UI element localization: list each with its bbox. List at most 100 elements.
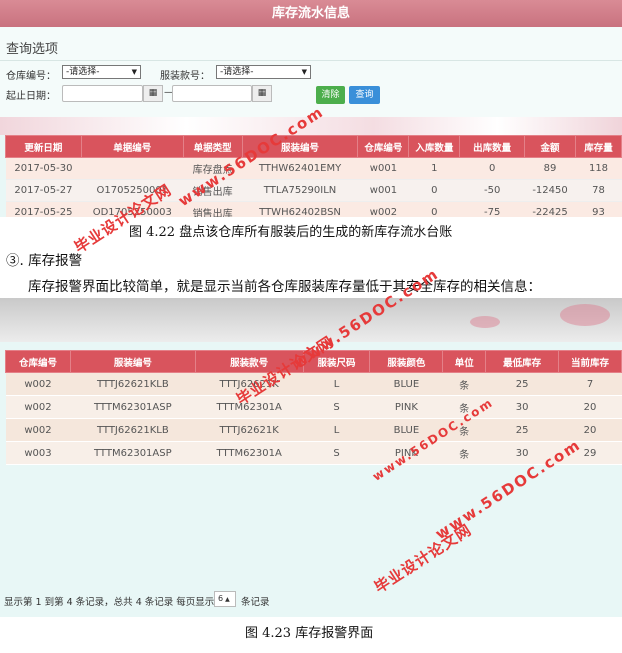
cell: w002 <box>5 418 71 442</box>
cell: PINK <box>369 441 443 465</box>
col-update-date[interactable]: 更新日期 <box>5 135 82 158</box>
cell: -22425 <box>524 201 576 217</box>
query-button[interactable]: 查询 <box>349 86 380 104</box>
divider <box>0 60 622 61</box>
cell: TTTM62301ASP <box>70 395 196 419</box>
col-size[interactable]: 服装尺码 <box>302 350 371 373</box>
cell: 30 <box>485 395 559 419</box>
col-color[interactable]: 服装颜色 <box>369 350 444 373</box>
cell: w003 <box>5 441 71 465</box>
query-panel: 查询选项 仓库编号： -请选择- ▼ 服装款号： -请选择- ▼ 起止日期： ▦… <box>0 27 622 117</box>
warehouse-select-value: -请选择- <box>66 67 100 77</box>
cell: PINK <box>369 395 443 419</box>
cell: L <box>303 372 370 396</box>
table-row[interactable]: w002 TTTJ62621KLB TTTJ62621K L BLUE 条 25… <box>5 372 622 396</box>
decorative-blob <box>470 316 500 328</box>
cell: 2017-05-30 <box>5 157 82 180</box>
cell: 93 <box>575 201 622 217</box>
col-amount[interactable]: 金额 <box>524 135 577 158</box>
cell: TTLA75290ILN <box>242 179 358 202</box>
cell: 118 <box>575 157 622 180</box>
col-stock[interactable]: 库存量 <box>575 135 622 158</box>
table-row[interactable]: w003 TTTM62301ASP TTTM62301A S PINK 条 30… <box>5 441 622 465</box>
cell: 25 <box>485 372 559 396</box>
table-row[interactable]: 2017-05-27 O1705250001 销售出库 TTLA75290ILN… <box>5 179 622 202</box>
table-row[interactable]: w002 TTTM62301ASP TTTM62301A S PINK 条 30… <box>5 395 622 419</box>
cell: 20 <box>558 395 622 419</box>
stock-flow-table: 更新日期 单据编号 单据类型 服装编号 仓库编号 入库数量 出库数量 金额 库存… <box>5 135 622 217</box>
cell: TTTJ62621K <box>195 372 304 396</box>
pagination-info: 显示第 1 到第 4 条记录，总共 4 条记录 每页显示 <box>4 597 215 608</box>
cell: 条 <box>442 418 486 442</box>
cell: TTHW62401EMY <box>242 157 358 180</box>
col-min-stock[interactable]: 最低库存 <box>485 350 560 373</box>
cell: -12450 <box>524 179 576 202</box>
cell: BLUE <box>369 372 443 396</box>
cell: 库存盘点 <box>183 157 243 180</box>
cell: 0 <box>459 157 525 180</box>
col-garment-no[interactable]: 服装编号 <box>69 350 196 373</box>
panel-title: 查询选项 <box>6 42 59 57</box>
cell: 1 <box>408 157 460 180</box>
table-row[interactable]: 2017-05-30 库存盘点 TTHW62401EMY w001 1 0 89… <box>5 157 622 180</box>
cell: BLUE <box>369 418 443 442</box>
page-size-select[interactable]: 6 ▲ <box>214 591 236 607</box>
stock-flow-screen: 库存流水信息 查询选项 仓库编号： -请选择- ▼ 服装款号： -请选择- ▼ … <box>0 0 622 217</box>
cell: 20 <box>558 418 622 442</box>
cell: w001 <box>357 179 409 202</box>
col-in-qty[interactable]: 入库数量 <box>408 135 461 158</box>
cell: 30 <box>485 441 559 465</box>
section-heading: ③. 库存报警 <box>6 253 83 269</box>
cell: w001 <box>357 157 409 180</box>
cell: 29 <box>558 441 622 465</box>
page-title: 库存流水信息 <box>0 0 622 27</box>
cell: TTTM62301A <box>195 441 304 465</box>
cell: TTWH62402BSN <box>242 201 358 217</box>
table-row[interactable]: w002 TTTJ62621KLB TTTJ62621K L BLUE 条 25… <box>5 418 622 442</box>
cell: -50 <box>459 179 525 202</box>
table-row[interactable]: 2017-05-25 OD1705250003 销售出库 TTWH62402BS… <box>5 201 622 217</box>
cell: TTTM62301A <box>195 395 304 419</box>
col-style-no[interactable]: 服装款号 <box>194 350 304 373</box>
cell: TTTJ62621K <box>195 418 304 442</box>
start-date-input[interactable] <box>62 85 143 102</box>
cell: 条 <box>442 395 486 419</box>
cell: 0 <box>408 179 460 202</box>
cell: w002 <box>5 395 71 419</box>
cell: 25 <box>485 418 559 442</box>
col-current-stock[interactable]: 当前库存 <box>558 350 622 373</box>
cell: S <box>303 441 370 465</box>
calendar-icon[interactable]: ▦ <box>143 85 163 102</box>
col-warehouse-no[interactable]: 仓库编号 <box>357 135 410 158</box>
cell: 78 <box>575 179 622 202</box>
calendar-icon[interactable]: ▦ <box>252 85 272 102</box>
page-size-value: 6 <box>218 594 224 603</box>
warehouse-select[interactable]: -请选择- ▼ <box>62 65 141 79</box>
table-header: 更新日期 单据编号 单据类型 服装编号 仓库编号 入库数量 出库数量 金额 库存… <box>5 135 622 158</box>
col-doc-no[interactable]: 单据编号 <box>80 135 184 158</box>
cell: TTTM62301ASP <box>70 441 196 465</box>
cell: w002 <box>5 372 71 396</box>
cell: 销售出库 <box>183 179 243 202</box>
caret-up-icon: ▲ <box>225 596 230 603</box>
header-banner <box>0 298 622 342</box>
cell: 2017-05-27 <box>5 179 82 202</box>
col-warehouse-no[interactable]: 仓库编号 <box>5 350 71 373</box>
table-header: 仓库编号 服装编号 服装款号 服装尺码 服装颜色 单位 最低库存 当前库存 <box>5 350 622 373</box>
cell: O1705250001 <box>81 179 184 202</box>
decorative-blob <box>560 304 610 326</box>
cell: L <box>303 418 370 442</box>
stock-alert-screen: 仓库编号 服装编号 服装款号 服装尺码 服装颜色 单位 最低库存 当前库存 w0… <box>0 298 622 617</box>
chevron-down-icon: ▼ <box>301 68 307 76</box>
end-date-input[interactable] <box>172 85 252 102</box>
col-doc-type[interactable]: 单据类型 <box>182 135 243 158</box>
col-out-qty[interactable]: 出库数量 <box>459 135 526 158</box>
cell <box>81 157 184 180</box>
cell: 2017-05-25 <box>5 201 82 217</box>
section-body-text: 库存报警界面比较简单，就是显示当前各仓库服装库存量低于其安全库存的相关信息： <box>28 279 541 295</box>
col-garment-no[interactable]: 服装编号 <box>241 135 359 158</box>
style-select[interactable]: -请选择- ▼ <box>216 65 311 79</box>
col-unit[interactable]: 单位 <box>442 350 487 373</box>
clear-button[interactable]: 清除 <box>316 86 345 104</box>
cell: -75 <box>459 201 525 217</box>
